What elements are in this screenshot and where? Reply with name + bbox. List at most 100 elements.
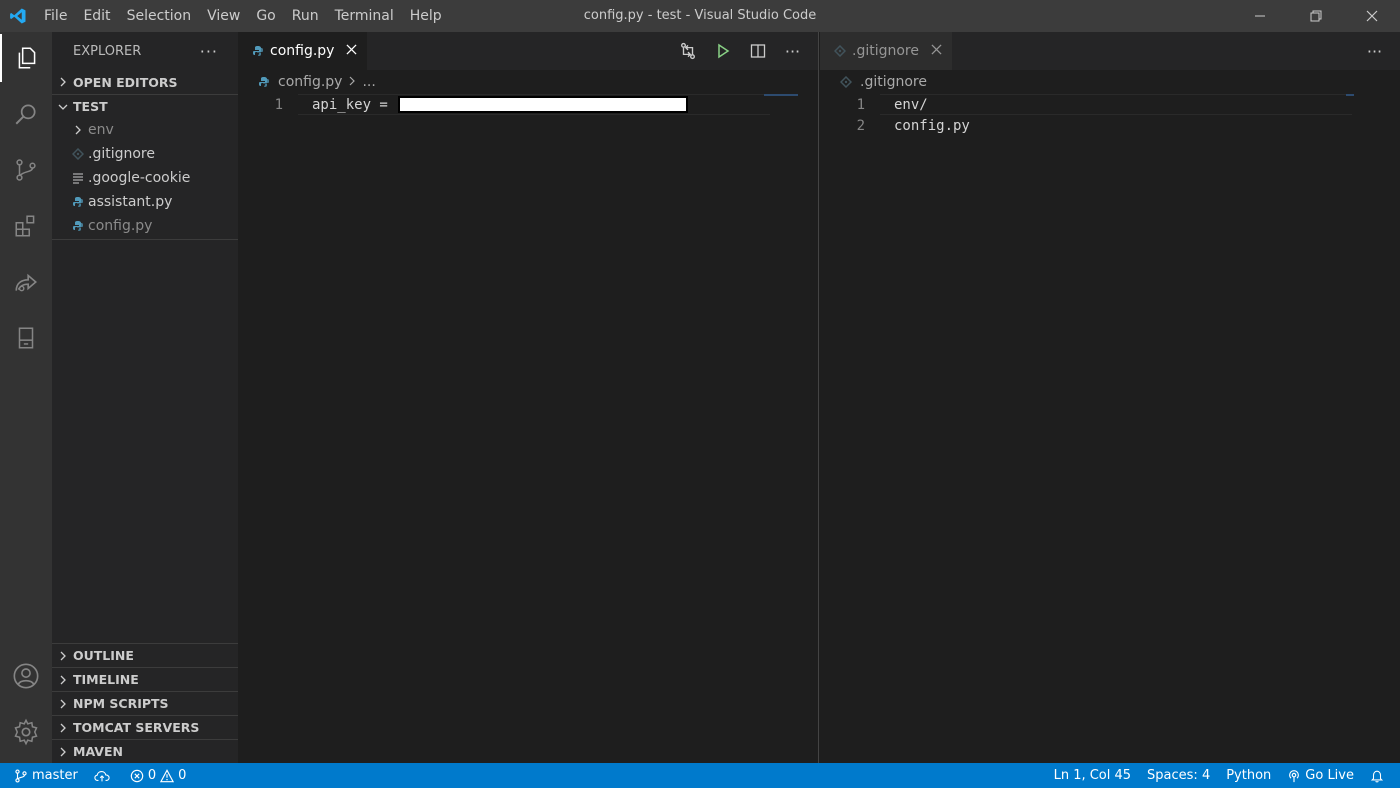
split-editor-icon[interactable]	[740, 32, 775, 70]
breadcrumb-file[interactable]: config.py	[278, 74, 342, 90]
current-line-highlight	[298, 94, 770, 115]
breadcrumb: config.py ...	[238, 70, 818, 94]
menu-file[interactable]: File	[36, 0, 75, 32]
editor-group-right: .gitignore ··· .gitignore 1 env/ 2 confi…	[820, 32, 1400, 763]
settings-gear-icon[interactable]	[0, 708, 52, 756]
close-icon	[1366, 10, 1378, 22]
tree-item-label: .google-cookie	[88, 170, 191, 186]
menu-run[interactable]: Run	[284, 0, 327, 32]
chevron-right-icon	[348, 74, 356, 90]
tab-label: .gitignore	[852, 43, 919, 59]
explorer-title: EXPLORER	[73, 43, 142, 59]
menu-go[interactable]: Go	[248, 0, 283, 32]
accounts-icon[interactable]	[0, 652, 52, 700]
python-file-icon	[68, 220, 88, 232]
close-icon[interactable]	[346, 43, 358, 59]
branch-indicator[interactable]: master	[0, 763, 86, 788]
window-controls	[1232, 0, 1400, 32]
chevron-right-icon	[52, 699, 73, 709]
section-tomcat-servers[interactable]: TOMCAT SERVERS	[52, 715, 238, 739]
code-editor[interactable]: 1 env/ 2 config.py	[820, 94, 1400, 136]
chevron-right-icon	[52, 77, 73, 87]
tree-item-assistant-py[interactable]: assistant.py	[52, 190, 238, 214]
search-icon[interactable]	[0, 90, 52, 138]
explorer-header: EXPLORER ···	[52, 32, 238, 70]
tab-bar: config.py ···	[238, 32, 818, 70]
live-share-icon[interactable]	[0, 258, 52, 306]
tab-config-py[interactable]: config.py	[238, 32, 368, 70]
text-file-icon	[68, 172, 88, 184]
extensions-icon[interactable]	[0, 202, 52, 250]
tree-item-config-py[interactable]: config.py	[52, 214, 238, 238]
breadcrumb-symbol[interactable]: ...	[362, 74, 375, 90]
section-timeline[interactable]: TIMELINE	[52, 667, 238, 691]
menu-bar: File Edit Selection View Go Run Terminal…	[36, 0, 450, 32]
menu-help[interactable]: Help	[402, 0, 450, 32]
warning-count: 0	[178, 768, 187, 783]
overview-ruler-mark	[1346, 94, 1354, 96]
bottom-sections: OUTLINE TIMELINE NPM SCRIPTS TOMCAT SERV…	[52, 643, 238, 763]
restore-button[interactable]	[1288, 0, 1344, 32]
python-file-icon	[68, 196, 88, 208]
vscode-logo-icon	[0, 0, 36, 32]
breadcrumb-file[interactable]: .gitignore	[860, 74, 927, 90]
current-line-highlight	[880, 94, 1352, 115]
minimize-button[interactable]	[1232, 0, 1288, 32]
broadcast-icon	[1289, 769, 1300, 782]
close-icon[interactable]	[931, 43, 942, 59]
section-outline[interactable]: OUTLINE	[52, 643, 238, 667]
compare-changes-icon[interactable]	[670, 32, 705, 70]
chevron-right-icon	[52, 675, 73, 685]
more-actions-icon[interactable]: ···	[775, 32, 810, 70]
run-icon[interactable]	[705, 32, 740, 70]
language-mode[interactable]: Python	[1218, 763, 1279, 788]
section-maven[interactable]: MAVEN	[52, 739, 238, 763]
activity-bar	[0, 32, 52, 763]
tree-item-google-cookie[interactable]: .google-cookie	[52, 166, 238, 190]
code-editor[interactable]: 1 api_key =	[238, 94, 818, 115]
explorer-more-actions-icon[interactable]: ···	[200, 42, 218, 61]
tree-item-label: config.py	[88, 218, 153, 234]
source-control-icon[interactable]	[0, 146, 52, 194]
warning-icon	[160, 768, 175, 782]
line-number: 1	[274, 96, 283, 113]
title-bar: File Edit Selection View Go Run Terminal…	[0, 0, 1400, 32]
more-actions-icon[interactable]: ···	[1357, 32, 1392, 70]
section-label: TEST	[73, 99, 108, 114]
tree-item-gitignore[interactable]: .gitignore	[52, 142, 238, 166]
chevron-right-icon	[52, 747, 73, 757]
tree-item-env[interactable]: env	[52, 118, 238, 142]
tree-item-label: assistant.py	[88, 194, 173, 210]
section-workspace[interactable]: TEST	[52, 94, 238, 118]
tree-item-label: .gitignore	[88, 146, 155, 162]
indentation-setting[interactable]: Spaces: 4	[1139, 763, 1218, 788]
close-window-button[interactable]	[1344, 0, 1400, 32]
menu-terminal[interactable]: Terminal	[327, 0, 402, 32]
cloud-upload-icon	[94, 770, 110, 781]
go-live-button[interactable]: Go Live	[1279, 763, 1362, 788]
remote-explorer-icon[interactable]	[0, 314, 52, 362]
menu-edit[interactable]: Edit	[75, 0, 118, 32]
python-file-icon	[258, 76, 278, 88]
notifications-button[interactable]	[1362, 763, 1400, 788]
cursor-position[interactable]: Ln 1, Col 45	[1046, 763, 1139, 788]
code-line: 2 config.py	[820, 115, 1400, 136]
git-file-icon	[840, 76, 860, 88]
section-open-editors[interactable]: OPEN EDITORS	[52, 70, 238, 94]
problems-indicator[interactable]: 0 0	[122, 763, 195, 788]
restore-icon	[1310, 10, 1322, 22]
section-npm-scripts[interactable]: NPM SCRIPTS	[52, 691, 238, 715]
line-number: 2	[856, 117, 865, 134]
explorer-icon[interactable]	[0, 34, 52, 82]
section-label: OUTLINE	[73, 648, 134, 663]
tab-bar: .gitignore ···	[820, 32, 1400, 70]
sync-button[interactable]	[86, 763, 122, 788]
section-label: MAVEN	[73, 744, 123, 759]
chevron-right-icon	[68, 125, 88, 135]
menu-selection[interactable]: Selection	[119, 0, 200, 32]
tab-gitignore[interactable]: .gitignore	[820, 32, 952, 70]
status-bar: master 0 0 Ln 1, Col 45 Spaces: 4 Python…	[0, 763, 1400, 788]
error-count: 0	[147, 768, 157, 783]
explorer-sidebar: EXPLORER ··· OPEN EDITORS TEST env .giti…	[52, 32, 238, 763]
menu-view[interactable]: View	[199, 0, 248, 32]
